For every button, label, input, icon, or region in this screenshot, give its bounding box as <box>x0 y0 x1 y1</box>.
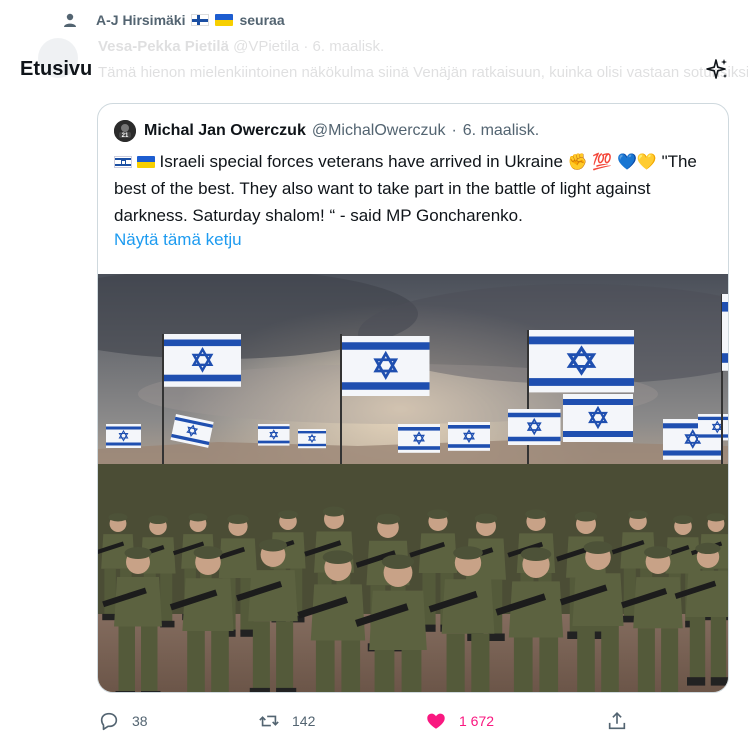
hundred-emoji: 💯 <box>592 152 613 171</box>
background-author-meta: @VPietila · 6. maalisk. <box>233 38 385 55</box>
share-button[interactable] <box>606 710 628 732</box>
retweet-button[interactable]: 142 <box>258 710 315 732</box>
background-tweet: Vesa-Pekka Pietilä @VPietila · 6. maalis… <box>24 34 748 98</box>
fist-emoji: ✊ <box>567 152 588 171</box>
social-context-action: seuraa <box>239 12 285 28</box>
quoted-tweet-date[interactable]: 6. maalisk. <box>463 122 539 140</box>
quoted-author-avatar[interactable]: 21 <box>114 120 136 142</box>
heart-icon <box>427 713 445 729</box>
like-count: 1 672 <box>459 713 495 729</box>
reply-button[interactable]: 38 <box>98 710 148 732</box>
quoted-author-name[interactable]: Michal Jan Owerczuk <box>144 122 306 140</box>
quoted-tweet-photo[interactable] <box>98 274 728 693</box>
retweet-count: 142 <box>292 713 316 729</box>
text-line-1: Israeli special forces veterans have arr… <box>159 152 563 171</box>
retweet-icon <box>259 715 279 727</box>
social-context[interactable]: A-J Hirsimäki seuraa <box>62 10 285 30</box>
ukraine-flag-icon <box>215 14 234 26</box>
ukraine-flag-icon <box>136 156 155 168</box>
quoted-tweet-text: Israeli special forces veterans have arr… <box>114 148 714 229</box>
hearts-emoji: 💙💛 <box>616 152 657 171</box>
show-thread-link[interactable]: Näytä tämä ketju <box>114 230 242 250</box>
quoted-author-handle[interactable]: @MichalOwerczuk <box>312 122 446 140</box>
person-icon <box>64 13 76 27</box>
israel-flag-icon <box>114 156 132 168</box>
background-text: Tämä hienon mielenkiintoinen näkökulma s… <box>98 64 748 81</box>
reply-count: 38 <box>132 713 148 729</box>
page-title: Etusivu <box>20 58 93 80</box>
reply-icon <box>100 712 118 731</box>
like-button[interactable]: 1 672 <box>425 710 494 732</box>
share-icon <box>608 712 626 730</box>
quoted-tweet[interactable]: 21 Michal Jan Owerczuk @MichalOwerczuk ·… <box>97 103 729 693</box>
meta-separator: · <box>451 122 457 139</box>
background-author-name: Vesa-Pekka Pietilä <box>98 38 229 55</box>
svg-text:21: 21 <box>122 133 129 139</box>
quoted-tweet-header: 21 Michal Jan Owerczuk @MichalOwerczuk ·… <box>114 120 539 142</box>
sparkle-icon[interactable] <box>704 57 730 83</box>
social-context-user: A-J Hirsimäki <box>96 12 186 28</box>
tweet-actions: 38 142 1 672 <box>0 700 748 740</box>
avatar-image: 21 <box>114 120 136 142</box>
finland-flag-icon <box>191 14 210 26</box>
background-author: Vesa-Pekka Pietilä @VPietila · 6. maalis… <box>98 38 384 55</box>
